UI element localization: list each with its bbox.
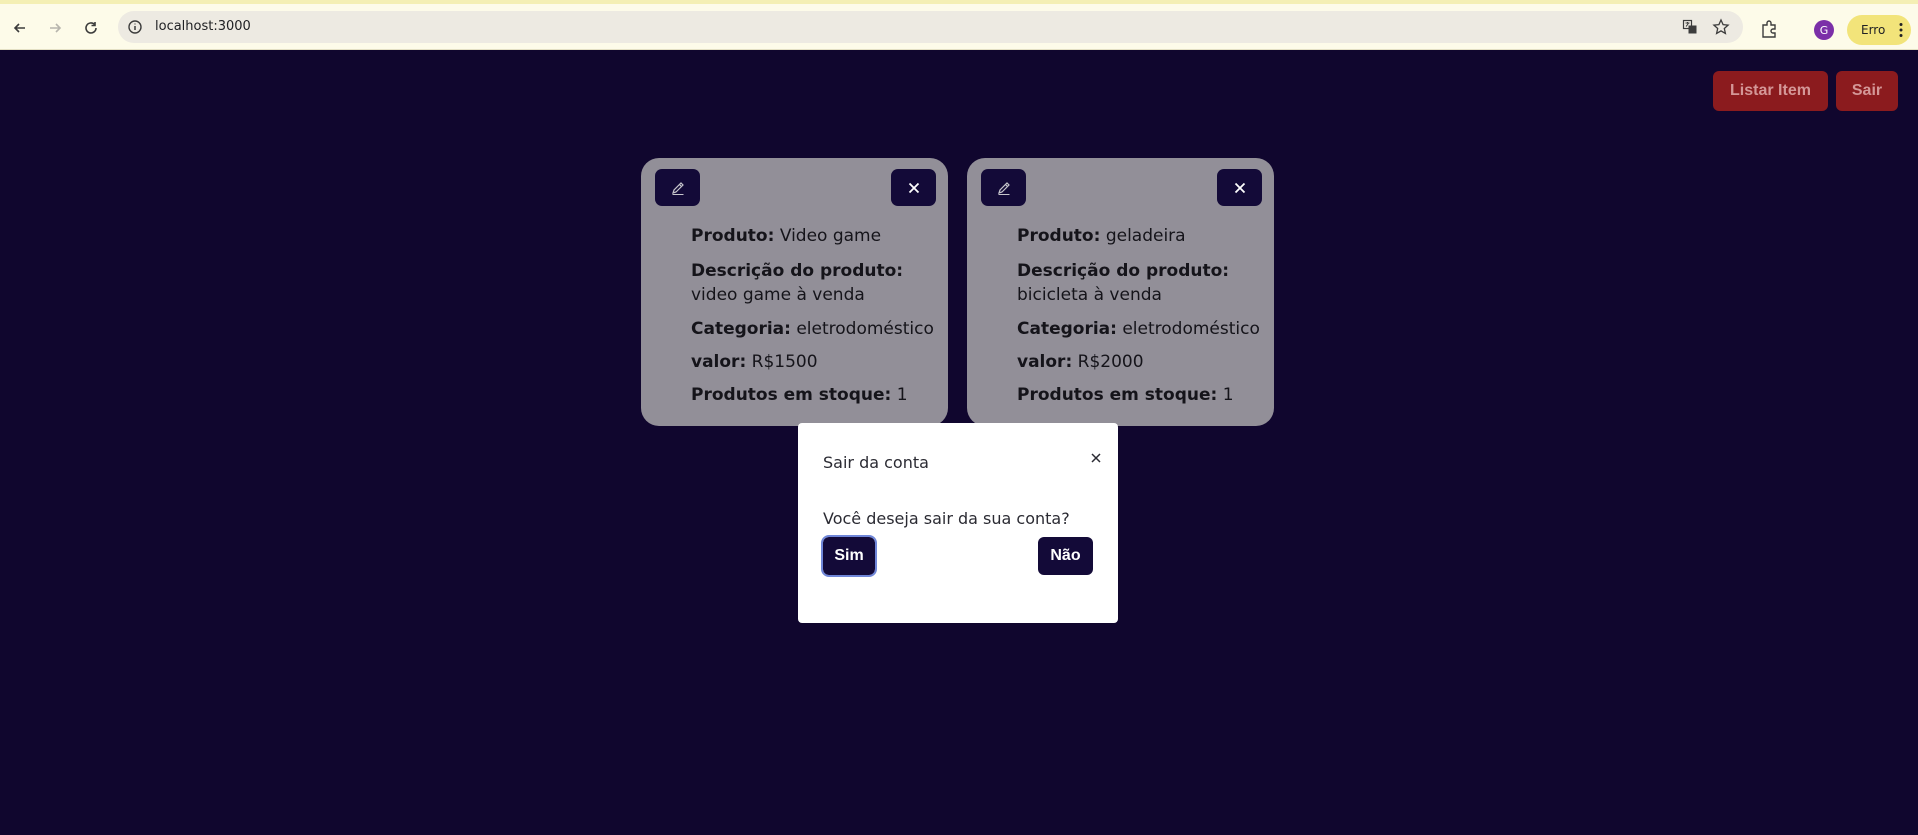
product-name-label: Produto: — [1017, 226, 1101, 246]
product-stock-value: 1 — [1222, 385, 1234, 405]
product-name-value: geladeira — [1105, 226, 1186, 246]
browser-toolbar: localhost:3000 G Erro — [0, 0, 1918, 50]
logout-button[interactable]: Sair — [1836, 71, 1898, 111]
product-name-value: Video game — [779, 226, 882, 246]
product-price-label: valor: — [691, 352, 747, 372]
product-price-value: R$2000 — [1077, 352, 1144, 372]
product-category-value: eletrodoméstico — [796, 319, 934, 339]
edit-product-button[interactable] — [981, 169, 1026, 206]
product-category-label: Categoria: — [1017, 319, 1117, 339]
modal-close-icon[interactable] — [1088, 450, 1104, 466]
edit-product-button[interactable] — [655, 169, 700, 206]
product-name-row: Produto: geladeira — [1017, 226, 1260, 247]
extensions-puzzle-icon[interactable] — [1760, 19, 1780, 39]
translate-icon[interactable] — [1682, 19, 1698, 35]
close-icon — [908, 182, 919, 193]
product-description-row: Descrição do produto: video game à venda — [691, 259, 934, 307]
modal-message: Você deseja sair da sua conta? — [823, 509, 1070, 528]
product-stock-label: Produtos em stoque: — [1017, 385, 1218, 405]
delete-product-button[interactable] — [1217, 169, 1262, 206]
product-category-value: eletrodoméstico — [1122, 319, 1260, 339]
arrow-right-icon — [50, 23, 62, 33]
logout-confirm-modal: Sair da conta Você deseja sair da sua co… — [798, 423, 1118, 623]
product-description-label: Descrição do produto: — [691, 261, 904, 281]
product-category-label: Categoria: — [691, 319, 791, 339]
error-label: Erro — [1861, 23, 1886, 37]
pencil-icon — [997, 181, 1010, 195]
cancel-logout-button[interactable]: Não — [1038, 537, 1093, 575]
profile-avatar[interactable]: G — [1814, 20, 1834, 40]
close-icon — [1234, 182, 1245, 193]
confirm-logout-button[interactable]: Sim — [821, 535, 877, 577]
forward-button[interactable] — [43, 16, 67, 40]
product-stock-label: Produtos em stoque: — [691, 385, 892, 405]
product-price-value: R$1500 — [751, 352, 818, 372]
product-card: Produto: Video game Descrição do produto… — [641, 158, 948, 426]
kebab-menu-icon — [1899, 23, 1903, 37]
arrow-left-icon — [13, 23, 25, 33]
reload-icon — [85, 22, 97, 34]
product-name-label: Produto: — [691, 226, 775, 246]
product-category-row: Categoria: eletrodoméstico — [691, 319, 934, 340]
product-details: Produto: geladeira Descrição do produto:… — [1017, 226, 1260, 418]
back-button[interactable] — [8, 16, 32, 40]
reload-button[interactable] — [79, 16, 103, 40]
product-price-label: valor: — [1017, 352, 1073, 372]
product-description-label: Descrição do produto: — [1017, 261, 1230, 281]
product-details: Produto: Video game Descrição do produto… — [691, 226, 934, 418]
product-description-row: Descrição do produto: bicicleta à venda — [1017, 259, 1260, 307]
product-category-row: Categoria: eletrodoméstico — [1017, 319, 1260, 340]
pencil-icon — [671, 181, 684, 195]
product-description-value: bicicleta à venda — [1017, 285, 1162, 305]
modal-title: Sair da conta — [823, 453, 929, 472]
product-price-row: valor: R$1500 — [691, 352, 934, 373]
delete-product-button[interactable] — [891, 169, 936, 206]
product-description-value: video game à venda — [691, 285, 865, 305]
address-bar[interactable]: localhost:3000 — [118, 11, 1743, 43]
browser-error-pill[interactable]: Erro — [1847, 15, 1911, 45]
product-price-row: valor: R$2000 — [1017, 352, 1260, 373]
product-stock-value: 1 — [896, 385, 908, 405]
bookmark-star-icon[interactable] — [1712, 18, 1730, 36]
list-item-button[interactable]: Listar Item — [1713, 71, 1828, 111]
product-name-row: Produto: Video game — [691, 226, 934, 247]
info-icon[interactable] — [127, 19, 143, 35]
product-stock-row: Produtos em stoque: 1 — [691, 385, 934, 406]
product-stock-row: Produtos em stoque: 1 — [1017, 385, 1260, 406]
product-card: Produto: geladeira Descrição do produto:… — [967, 158, 1274, 426]
url-text[interactable]: localhost:3000 — [155, 19, 251, 34]
